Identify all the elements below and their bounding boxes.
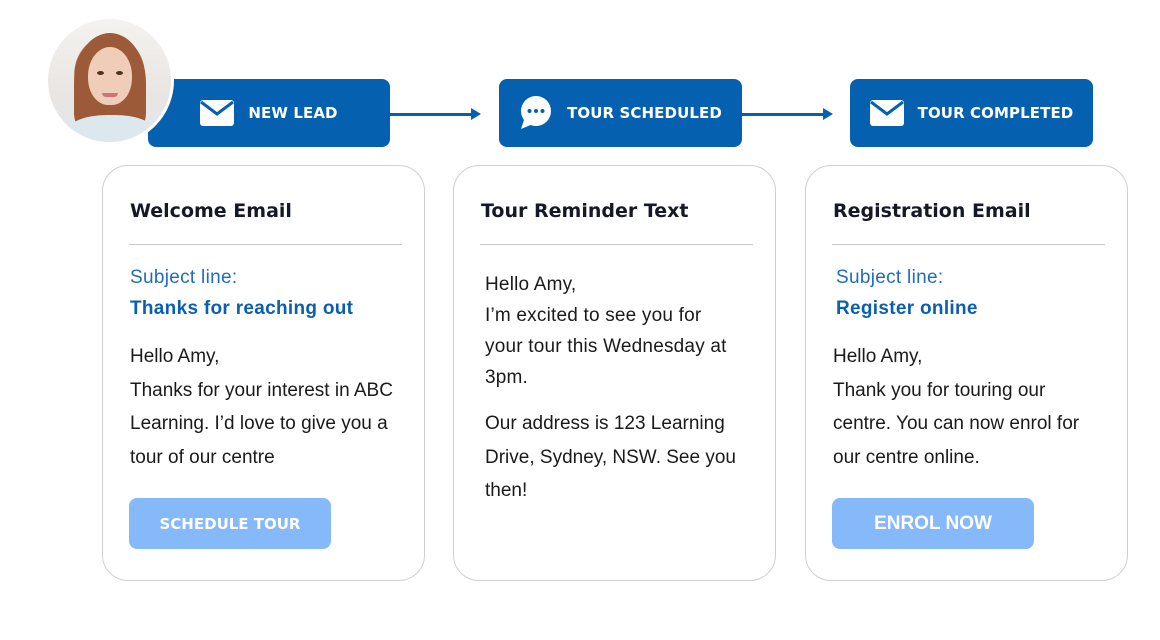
body-line: Drive, Sydney, NSW. See you: [485, 446, 736, 468]
divider: [129, 244, 402, 245]
body-line: Hello Amy,: [833, 346, 923, 367]
subject-line: Register online: [836, 298, 978, 319]
flow-arrow: [390, 108, 481, 120]
avatar-eye: [97, 71, 104, 75]
stage-tour-scheduled: TOUR SCHEDULED: [499, 79, 742, 147]
body-line: Hello Amy,: [485, 274, 577, 295]
button-label: ENROL NOW: [874, 512, 992, 534]
stage-new-lead: NEW LEAD: [148, 79, 390, 147]
divider: [832, 244, 1105, 245]
message-body: Hello Amy, Thank you for touring our cen…: [833, 340, 1107, 474]
enrol-now-button[interactable]: ENROL NOW: [832, 498, 1034, 549]
subject-label: Subject line:: [130, 267, 238, 288]
subject-label: Subject line:: [836, 267, 944, 288]
envelope-icon: [869, 100, 904, 126]
message-body: Hello Amy, I’m excited to see you for yo…: [485, 269, 755, 393]
card-tour-reminder-text: Tour Reminder Text Hello Amy, I’m excite…: [453, 165, 776, 581]
body-line: Thanks for your interest in ABC: [130, 379, 393, 401]
stage-label: TOUR SCHEDULED: [567, 104, 722, 122]
message-body-address: Our address is 123 Learning Drive, Sydne…: [485, 407, 755, 508]
body-line: Our address is 123 Learning: [485, 413, 725, 434]
card-title: Registration Email: [833, 200, 1031, 222]
button-label: SCHEDULE TOUR: [159, 514, 301, 533]
card-registration-email: Registration Email Subject line: Registe…: [805, 165, 1128, 581]
message-body: Hello Amy, Thanks for your interest in A…: [130, 340, 404, 474]
avatar-eye: [116, 71, 123, 75]
body-line: 3pm.: [485, 367, 529, 388]
stage-label: TOUR COMPLETED: [917, 104, 1074, 122]
body-line: Learning. I’d love to give you a: [130, 413, 388, 434]
divider: [480, 244, 753, 245]
body-line: then!: [485, 480, 528, 501]
body-line: I’m excited to see you for: [485, 305, 702, 326]
avatar: [45, 16, 174, 145]
avatar-shirt: [66, 115, 156, 142]
chat-bubble-icon: [519, 96, 553, 130]
schedule-tour-button[interactable]: SCHEDULE TOUR: [129, 498, 331, 549]
body-line: Thank you for touring our: [833, 379, 1046, 401]
card-welcome-email: Welcome Email Subject line: Thanks for r…: [102, 165, 425, 581]
card-title: Welcome Email: [130, 200, 292, 222]
body-line: your tour this Wednesday at: [485, 336, 727, 357]
body-line: tour of our centre: [130, 446, 275, 468]
stage-tour-completed: TOUR COMPLETED: [850, 79, 1093, 147]
body-line: centre. You can now enrol for: [833, 413, 1080, 434]
card-title: Tour Reminder Text: [481, 200, 689, 222]
avatar-mouth: [102, 93, 118, 97]
stage-label: NEW LEAD: [248, 104, 338, 122]
flow-arrow: [742, 108, 833, 120]
body-line: Hello Amy,: [130, 346, 220, 367]
body-line: our centre online.: [833, 446, 980, 468]
subject-line: Thanks for reaching out: [130, 298, 354, 319]
envelope-icon: [200, 100, 235, 126]
